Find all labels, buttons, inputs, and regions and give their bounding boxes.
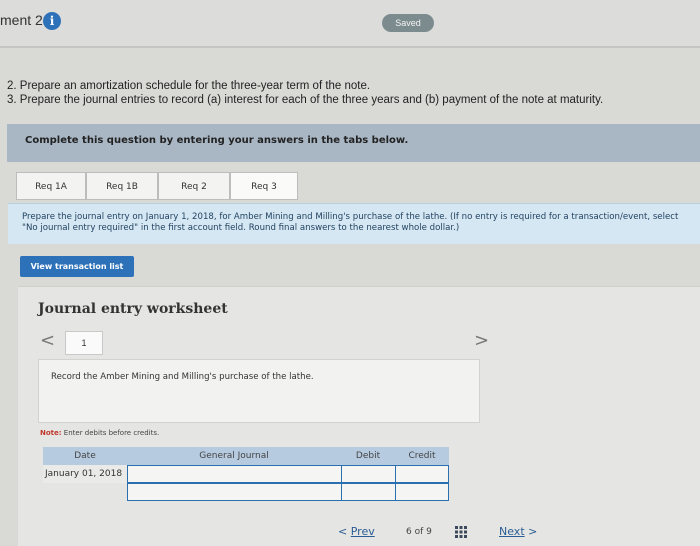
- note: Note: Enter debits before credits.: [40, 429, 159, 437]
- instruction-line: 3. Prepare the journal entries to record…: [7, 94, 604, 106]
- question-instructions: 2. Prepare an amortization schedule for …: [7, 79, 603, 107]
- credit-input[interactable]: [395, 483, 449, 501]
- tab-req-2[interactable]: Req 2: [158, 172, 230, 200]
- question-counter: 6 of 9: [406, 527, 432, 537]
- worksheet-title: Journal entry worksheet: [38, 301, 228, 317]
- record-instruction-text: Record the Amber Mining and Milling's pu…: [51, 372, 314, 382]
- question-prompt: Prepare the journal entry on January 1, …: [8, 203, 700, 244]
- assignment-title: ment 2: [0, 12, 43, 28]
- note-label: Note:: [40, 429, 62, 437]
- tab-req-1b[interactable]: Req 1B: [86, 172, 158, 200]
- column-header-date: Date: [43, 447, 127, 465]
- instruction-line: 2. Prepare an amortization schedule for …: [7, 80, 371, 92]
- chevron-left-icon: <: [338, 525, 348, 538]
- note-text: Enter debits before credits.: [63, 429, 160, 437]
- journal-entry-worksheet: Journal entry worksheet < 1 > Record the…: [18, 286, 700, 546]
- tab-req-1a[interactable]: Req 1A: [16, 172, 86, 200]
- top-bar: ment 2 i Saved: [0, 0, 700, 48]
- view-transaction-list-button[interactable]: View transaction list: [20, 256, 134, 277]
- journal-table: Date General Journal Debit Credit Januar…: [43, 447, 449, 507]
- debit-input[interactable]: [341, 465, 396, 483]
- chevron-left-icon[interactable]: <: [40, 330, 55, 351]
- column-header-credit: Credit: [395, 447, 449, 465]
- next-label: Next: [499, 525, 525, 538]
- saved-status-badge: Saved: [382, 14, 434, 32]
- prev-label: Prev: [350, 525, 375, 538]
- account-input[interactable]: [127, 465, 342, 483]
- chevron-right-icon: >: [528, 525, 538, 538]
- account-input[interactable]: [127, 483, 342, 501]
- column-header-debit: Debit: [341, 447, 395, 465]
- tab-req-3[interactable]: Req 3: [230, 172, 298, 200]
- complete-question-banner: Complete this question by entering your …: [7, 124, 700, 162]
- worksheet-page-number[interactable]: 1: [65, 331, 103, 355]
- column-header-general-journal: General Journal: [127, 447, 341, 465]
- debit-input[interactable]: [341, 483, 396, 501]
- prev-link[interactable]: < Prev: [338, 525, 375, 538]
- date-cell: January 01, 2018: [43, 465, 129, 483]
- prompt-text: Prepare the journal entry on January 1, …: [22, 212, 679, 233]
- record-instruction-box: Record the Amber Mining and Milling's pu…: [38, 359, 480, 423]
- grid-icon[interactable]: [455, 526, 467, 538]
- chevron-right-icon[interactable]: >: [474, 330, 489, 351]
- next-link[interactable]: Next >: [499, 525, 537, 538]
- banner-text: Complete this question by entering your …: [25, 135, 409, 146]
- info-icon[interactable]: i: [43, 12, 61, 30]
- credit-input[interactable]: [395, 465, 449, 483]
